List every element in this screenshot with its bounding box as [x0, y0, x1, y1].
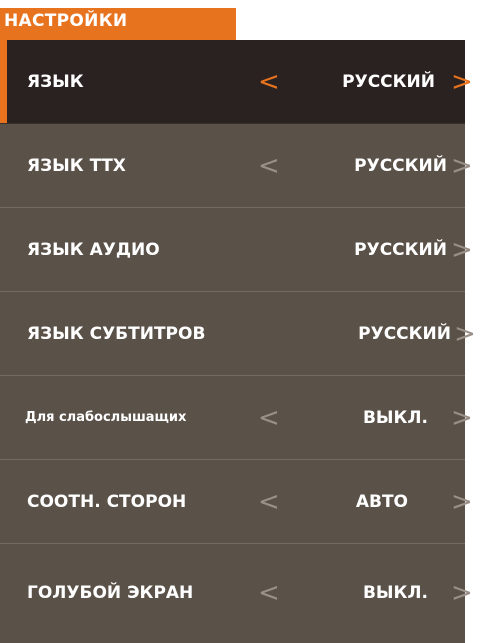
setting-value: ВЫКЛ.	[362, 408, 428, 428]
chevron-right-icon[interactable]: >	[451, 40, 473, 124]
setting-row-audio-language[interactable]: ЯЗЫК АУДИО РУССКИЙ >	[0, 208, 473, 292]
chevron-right-icon[interactable]: >	[451, 376, 473, 460]
setting-label: Для слабослышащих	[25, 410, 187, 425]
chevron-left-icon[interactable]: <	[258, 40, 280, 124]
setting-label: СООТН. СТОРОН	[27, 492, 187, 512]
setting-row-specs-language[interactable]: ЯЗЫК ТТХ < РУССКИЙ >	[0, 124, 473, 208]
setting-value: РУССКИЙ	[354, 156, 447, 176]
setting-row-aspect-ratio[interactable]: СООТН. СТОРОН < АВТО >	[0, 460, 473, 544]
setting-row-language[interactable]: ЯЗЫК < РУССКИЙ >	[0, 40, 473, 124]
setting-value: РУССКИЙ	[342, 72, 435, 92]
settings-panel: ЯЗЫК < РУССКИЙ > ЯЗЫК ТТХ < РУССКИЙ > ЯЗ…	[0, 40, 476, 643]
setting-label: ЯЗЫК СУБТИТРОВ	[27, 324, 206, 344]
chevron-left-icon[interactable]: <	[258, 376, 280, 460]
setting-label: ЯЗЫК АУДИО	[27, 240, 160, 260]
chevron-right-icon[interactable]: >	[451, 208, 473, 292]
setting-label: ЯЗЫК ТТХ	[27, 156, 126, 176]
chevron-right-icon[interactable]: >	[451, 124, 473, 208]
setting-value: ВЫКЛ.	[362, 583, 428, 603]
chevron-left-icon[interactable]: <	[258, 124, 280, 208]
setting-row-blue-screen[interactable]: ГОЛУБОЙ ЭКРАН < ВЫКЛ. >	[0, 544, 473, 643]
setting-label: ЯЗЫК	[27, 72, 84, 92]
chevron-left-icon[interactable]: <	[258, 460, 280, 544]
setting-value: РУССКИЙ	[354, 240, 447, 260]
setting-value: РУССКИЙ	[358, 324, 451, 344]
setting-label: ГОЛУБОЙ ЭКРАН	[27, 583, 194, 603]
chevron-right-icon[interactable]: >	[451, 460, 473, 544]
chevron-right-icon[interactable]: >	[451, 544, 473, 643]
chevron-left-icon[interactable]: <	[258, 544, 280, 643]
setting-value: АВТО	[355, 492, 408, 512]
setting-row-subtitle-language[interactable]: ЯЗЫК СУБТИТРОВ РУССКИЙ >	[0, 292, 476, 376]
settings-title: НАСТРОЙКИ	[4, 11, 128, 31]
setting-row-hearing-impaired[interactable]: Для слабослышащих < ВЫКЛ. >	[0, 376, 473, 460]
chevron-right-icon[interactable]: >	[454, 292, 476, 376]
